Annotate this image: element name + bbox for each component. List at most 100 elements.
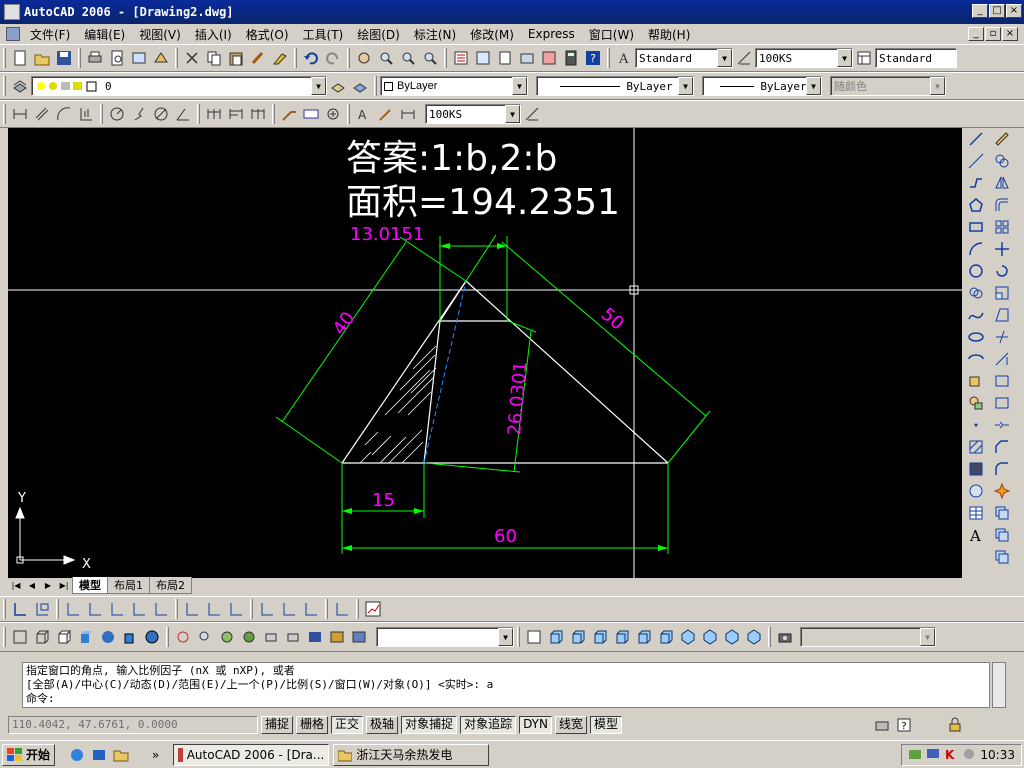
- gouraud-shaded-icon[interactable]: [98, 627, 118, 647]
- arc-icon[interactable]: [966, 239, 986, 259]
- outlook-icon[interactable]: [89, 745, 109, 765]
- sheet-set-icon[interactable]: [517, 48, 537, 68]
- 3d-swivel-icon[interactable]: [261, 627, 281, 647]
- layer-previous-icon[interactable]: [350, 76, 370, 96]
- ellipse-arc-icon[interactable]: [966, 349, 986, 369]
- menu-view[interactable]: 视图(V): [132, 26, 188, 43]
- menu-express[interactable]: Express: [521, 27, 582, 41]
- point-icon[interactable]: [966, 415, 986, 435]
- chevron-down-icon[interactable]: ▼: [717, 49, 732, 67]
- undo-icon[interactable]: [301, 48, 321, 68]
- construction-line-icon[interactable]: [966, 151, 986, 171]
- view-select[interactable]: ▼: [376, 627, 514, 647]
- revision-cloud-icon[interactable]: [966, 283, 986, 303]
- clock[interactable]: 10:33: [980, 748, 1015, 762]
- erase-icon[interactable]: [992, 129, 1012, 149]
- publish-icon[interactable]: [129, 48, 149, 68]
- circle-icon[interactable]: [966, 261, 986, 281]
- chamfer-icon[interactable]: [992, 437, 1012, 457]
- tab-model[interactable]: 模型: [72, 576, 108, 594]
- dim-style-select[interactable]: 100KS ▼: [755, 48, 853, 68]
- tray-k-icon[interactable]: K: [944, 747, 958, 764]
- move-icon[interactable]: [992, 239, 1012, 259]
- lock-icon[interactable]: [945, 715, 965, 735]
- dyn-button[interactable]: DYN: [519, 716, 552, 734]
- front-view-icon[interactable]: [634, 627, 654, 647]
- camera-icon[interactable]: [775, 627, 795, 647]
- mirror-icon[interactable]: [992, 173, 1012, 193]
- lineweight-select[interactable]: ByLayer ▼: [702, 76, 822, 96]
- doc-minimize-button[interactable]: _: [968, 27, 984, 41]
- object-ucs-icon[interactable]: [107, 599, 127, 619]
- ne-iso-icon[interactable]: [722, 627, 742, 647]
- break-at-point-icon[interactable]: [992, 371, 1012, 391]
- graph-icon[interactable]: [363, 599, 383, 619]
- calculator-icon[interactable]: [561, 48, 581, 68]
- left-view-icon[interactable]: [590, 627, 610, 647]
- continue-dim-icon[interactable]: [248, 104, 268, 124]
- flat-shaded-icon[interactable]: [76, 627, 96, 647]
- menu-file[interactable]: 文件(F): [23, 26, 77, 43]
- start-button[interactable]: 开始: [2, 743, 56, 766]
- 3d-continuous-orbit-icon[interactable]: [239, 627, 259, 647]
- zoom-previous-icon[interactable]: [420, 48, 440, 68]
- tray-network-icon[interactable]: [908, 747, 922, 764]
- zaxis-ucs-icon[interactable]: [204, 599, 224, 619]
- dimension-edit-icon[interactable]: A: [354, 104, 374, 124]
- 3d-dwf-icon[interactable]: [151, 48, 171, 68]
- insert-block-icon[interactable]: [966, 371, 986, 391]
- menu-help[interactable]: 帮助(H): [641, 26, 697, 43]
- grid-button[interactable]: 栅格: [296, 716, 329, 734]
- open-icon[interactable]: [32, 48, 52, 68]
- line-icon[interactable]: [966, 129, 986, 149]
- maximize-button[interactable]: □: [989, 4, 1005, 18]
- make-object-layer-current-icon[interactable]: [328, 76, 348, 96]
- gouraud-edges-icon[interactable]: [142, 627, 162, 647]
- toolbar-grip[interactable]: [3, 48, 6, 68]
- ie-icon[interactable]: [67, 745, 87, 765]
- tab-prev-icon[interactable]: ◀: [24, 581, 40, 590]
- spline-icon[interactable]: [966, 305, 986, 325]
- make-block-icon[interactable]: [966, 393, 986, 413]
- dimension-style-icon[interactable]: [522, 104, 542, 124]
- sw-iso-icon[interactable]: [678, 627, 698, 647]
- nw-iso-icon[interactable]: [744, 627, 764, 647]
- aligned-dim-icon[interactable]: [32, 104, 52, 124]
- cut-icon[interactable]: [182, 48, 202, 68]
- tab-first-icon[interactable]: |◀: [8, 581, 24, 590]
- 3d-pan-icon[interactable]: [217, 627, 237, 647]
- hidden-icon[interactable]: [54, 627, 74, 647]
- minimize-button[interactable]: _: [972, 4, 988, 18]
- chevron-down-icon[interactable]: ▼: [678, 77, 693, 95]
- paste-icon[interactable]: [226, 48, 246, 68]
- rectangle-icon[interactable]: [966, 217, 986, 237]
- color-select[interactable]: ByLayer ▼: [380, 76, 528, 96]
- angular-dim-icon[interactable]: [173, 104, 193, 124]
- multiline-text-icon[interactable]: A: [966, 525, 986, 545]
- copy-object-icon[interactable]: [992, 151, 1012, 171]
- doc-close-button[interactable]: ×: [1002, 27, 1018, 41]
- table-style-icon[interactable]: [854, 48, 874, 68]
- menu-window[interactable]: 窗口(W): [582, 26, 641, 43]
- table-style-select[interactable]: Standard: [875, 48, 957, 68]
- layer-manager-icon[interactable]: [10, 76, 30, 96]
- chevron-down-icon[interactable]: ▼: [498, 628, 513, 646]
- 3d-distance-icon[interactable]: [283, 627, 303, 647]
- trim-icon[interactable]: [992, 327, 1012, 347]
- polyline-icon[interactable]: [966, 173, 986, 193]
- close-button[interactable]: ×: [1006, 4, 1022, 18]
- scene-icon[interactable]: [327, 627, 347, 647]
- 3d-zoom-icon[interactable]: [195, 627, 215, 647]
- properties-icon[interactable]: [451, 48, 471, 68]
- flat-edges-icon[interactable]: [120, 627, 140, 647]
- chevron-down-icon[interactable]: ▼: [512, 77, 527, 95]
- design-center-icon[interactable]: [473, 48, 493, 68]
- doc-restore-button[interactable]: ▫: [985, 27, 1001, 41]
- model-button[interactable]: 模型: [590, 716, 623, 734]
- redo-icon[interactable]: [323, 48, 343, 68]
- tray-monitor-icon[interactable]: [926, 747, 940, 764]
- tab-last-icon[interactable]: ▶|: [56, 581, 72, 590]
- ucs-previous-icon[interactable]: [63, 599, 83, 619]
- ordinate-dim-icon[interactable]: [76, 104, 96, 124]
- block-editor-icon[interactable]: [270, 48, 290, 68]
